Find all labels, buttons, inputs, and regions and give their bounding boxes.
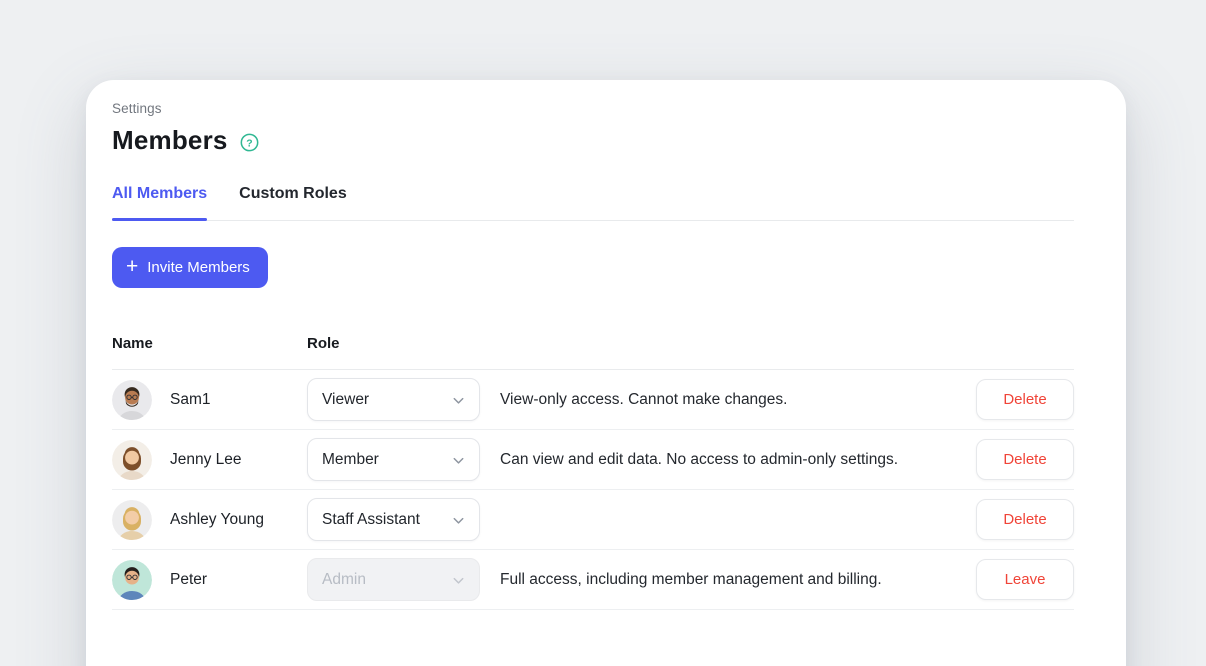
tabs-bar: All Members Custom Roles	[112, 185, 1074, 221]
tab-custom-roles[interactable]: Custom Roles	[239, 185, 347, 220]
role-select: Admin	[307, 558, 480, 601]
members-table: Sam1 Viewer View-only access. Cannot mak…	[112, 370, 1074, 610]
table-row: Sam1 Viewer View-only access. Cannot mak…	[112, 370, 1074, 430]
avatar-photo-man-denim	[112, 560, 152, 600]
column-header-role: Role	[307, 335, 500, 352]
table-header: Name Role	[112, 335, 1074, 370]
title-row: Members ?	[112, 125, 1074, 156]
delete-button[interactable]: Delete	[976, 379, 1074, 420]
member-name: Ashley Young	[170, 511, 264, 529]
member-name-cell: Jenny Lee	[112, 440, 307, 480]
avatar-memoji-woman-blonde	[112, 500, 152, 540]
table-row: Ashley Young Staff Assistant Delete	[112, 490, 1074, 550]
delete-button[interactable]: Delete	[976, 499, 1074, 540]
role-description: Can view and edit data. No access to adm…	[500, 451, 976, 469]
chevron-down-icon	[451, 513, 466, 528]
page-title: Members	[112, 125, 228, 156]
role-select[interactable]: Staff Assistant	[307, 498, 480, 541]
chevron-down-icon	[451, 573, 466, 588]
avatar-memoji-woman-brown-hair	[112, 440, 152, 480]
role-select-value: Member	[322, 451, 379, 469]
question-mark-circle-icon[interactable]: ?	[240, 133, 259, 152]
role-description: View-only access. Cannot make changes.	[500, 391, 976, 409]
svg-text:?: ?	[246, 138, 252, 149]
member-name-cell: Sam1	[112, 380, 307, 420]
role-description: Full access, including member management…	[500, 571, 976, 589]
table-row: Peter Admin Full access, including membe…	[112, 550, 1074, 610]
table-row: Jenny Lee Member Can view and edit data.…	[112, 430, 1074, 490]
role-select[interactable]: Member	[307, 438, 480, 481]
delete-button[interactable]: Delete	[976, 439, 1074, 480]
plus-icon: +	[126, 256, 138, 277]
invite-members-label: Invite Members	[147, 259, 250, 276]
member-name: Jenny Lee	[170, 451, 242, 469]
member-name-cell: Ashley Young	[112, 500, 307, 540]
member-name: Sam1	[170, 391, 211, 409]
column-header-name: Name	[112, 335, 307, 352]
role-select[interactable]: Viewer	[307, 378, 480, 421]
role-select-value: Staff Assistant	[322, 511, 420, 529]
chevron-down-icon	[451, 393, 466, 408]
members-settings-card: Settings Members ? All Members Custom Ro…	[86, 80, 1126, 666]
tab-all-members[interactable]: All Members	[112, 185, 207, 220]
member-name-cell: Peter	[112, 560, 307, 600]
role-select-value: Admin	[322, 571, 366, 589]
member-name: Peter	[170, 571, 207, 589]
breadcrumb: Settings	[112, 101, 1074, 116]
role-select-value: Viewer	[322, 391, 369, 409]
avatar-memoji-man-glasses-beard	[112, 380, 152, 420]
invite-members-button[interactable]: + Invite Members	[112, 247, 268, 288]
leave-button[interactable]: Leave	[976, 559, 1074, 600]
chevron-down-icon	[451, 453, 466, 468]
